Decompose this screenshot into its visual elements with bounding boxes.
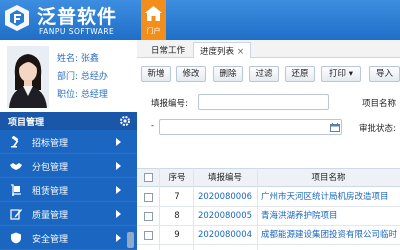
tab-daily-work[interactable]: 日常工作 [145, 42, 191, 58]
column-divider [193, 168, 194, 250]
row-project-name[interactable]: 青海洪湖养护院项目 [261, 207, 400, 226]
sidebar-scrollbar[interactable] [127, 232, 134, 248]
calendar-icon[interactable] [330, 123, 340, 132]
row-seq: 7 [174, 192, 180, 202]
col-header-name: 项目名称 [311, 173, 346, 183]
tab-progress-list[interactable]: 进度列表 × [193, 42, 252, 58]
progress-table: 序号 填报编号 项目名称 7 2020080006 广州市天河区统计局机房改造项… [137, 168, 400, 250]
sidebar-item-safety[interactable]: 安全管理 [0, 226, 137, 250]
form-row-2: - 审批状态: [137, 118, 400, 140]
project-name-label: 项目名称 [362, 99, 397, 109]
row-seq: 9 [174, 230, 180, 240]
import-button[interactable]: 导入 [369, 66, 400, 82]
sidebar-item-label: 租赁管理 [32, 187, 69, 197]
handshake-icon [10, 163, 22, 170]
column-divider [159, 168, 160, 250]
sidebar-item-label: 安全管理 [32, 235, 69, 245]
section-title: 项目管理 [8, 118, 45, 128]
brand-name-en: FANPU SOFTWARE [39, 27, 115, 36]
row-seq: 8 [174, 211, 180, 221]
home-label: 门户 [146, 27, 161, 35]
edit-icon [10, 209, 22, 220]
chevron-right-icon [116, 186, 121, 194]
gavel-icon [11, 136, 19, 148]
table-header: 序号 填报编号 项目名称 [137, 168, 400, 187]
select-all-checkbox[interactable] [144, 173, 153, 182]
table-row[interactable]: 7 2020080006 广州市天河区统计局机房改造项目 [137, 188, 400, 207]
avatar [7, 46, 49, 108]
col-header-seq: 序号 [168, 173, 186, 183]
date-range-dash: - [151, 121, 155, 131]
table-row[interactable]: 9 2020080004 成都能源建设集团投资有限公司临时 [137, 226, 400, 245]
user-position: 职位: 总经理 [57, 90, 108, 100]
row-checkbox[interactable] [144, 193, 153, 202]
row-code[interactable]: 2020080005 [193, 207, 257, 226]
fanpu-logo-icon [5, 5, 29, 31]
filter-button[interactable]: 过滤 [249, 66, 279, 82]
toolbar: 新增 修改 删除 过滤 还原 打印 ▾ 导入 [137, 63, 400, 85]
table-row[interactable]: 8 2020080005 青海洪湖养护院项目 [137, 207, 400, 226]
row-project-name[interactable]: 广州市天河区统计局机房改造项目 [261, 188, 400, 207]
report-no-label: 填报编号: [151, 99, 188, 109]
main-content: 日常工作 进度列表 × 新增 修改 删除 过滤 还原 打印 ▾ 导入 填报编号: … [137, 40, 400, 250]
tab-label: 日常工作 [151, 46, 186, 56]
user-department: 部门: 总经办 [57, 72, 108, 82]
row-checkbox[interactable] [144, 231, 153, 240]
chevron-right-icon [116, 234, 121, 242]
row-code[interactable]: 2020080006 [193, 188, 257, 207]
sidebar: 姓名: 张鑫 部门: 总经办 职位: 总经理 项目管理 招标管理 分包管理 租赁… [0, 40, 137, 250]
gear-icon[interactable] [119, 115, 131, 127]
chevron-right-icon [116, 162, 121, 170]
reset-button[interactable]: 还原 [285, 66, 315, 82]
date-input[interactable] [159, 119, 342, 135]
sidebar-item-quality[interactable]: 质量管理 [0, 202, 137, 226]
sidebar-item-leasing[interactable]: 租赁管理 [0, 178, 137, 202]
row-code[interactable]: 2020080004 [193, 226, 257, 245]
profile-info: 姓名: 张鑫 部门: 总经办 职位: 总经理 [57, 50, 108, 104]
tab-label: 进度列表 [200, 47, 235, 57]
user-profile: 姓名: 张鑫 部门: 总经办 职位: 总经理 [0, 40, 137, 112]
column-divider [257, 168, 258, 250]
sidebar-menu: 招标管理 分包管理 租赁管理 质量管理 安全管理 [0, 130, 137, 250]
sidebar-item-subcontract[interactable]: 分包管理 [0, 154, 137, 178]
chevron-right-icon [116, 138, 121, 146]
chevron-right-icon [116, 210, 121, 218]
sidebar-item-label: 招标管理 [32, 139, 69, 149]
dolly-icon [11, 184, 21, 196]
col-header-code: 填报编号 [207, 173, 242, 183]
tab-bar: 日常工作 进度列表 × [137, 40, 400, 58]
shield-icon [11, 232, 21, 244]
audit-status-label: 审批状态: [359, 124, 396, 134]
print-button[interactable]: 打印 ▾ [321, 66, 361, 82]
delete-button[interactable]: 删除 [213, 66, 243, 82]
top-header: 泛普软件 FANPU SOFTWARE 门户 [0, 0, 400, 40]
close-icon[interactable]: × [237, 47, 244, 57]
home-icon [145, 6, 162, 21]
home-portal-button[interactable]: 门户 [141, 0, 166, 40]
sidebar-item-label: 分包管理 [32, 163, 69, 173]
row-checkbox[interactable] [144, 212, 153, 221]
edit-button[interactable]: 修改 [176, 66, 206, 82]
form-row-1: 填报编号: 项目名称 [137, 93, 400, 115]
add-button[interactable]: 新增 [141, 66, 171, 82]
report-no-input[interactable] [198, 94, 329, 110]
user-name: 姓名: 张鑫 [57, 54, 99, 64]
sidebar-item-bidding[interactable]: 招标管理 [0, 130, 137, 154]
section-project-management[interactable]: 项目管理 [0, 112, 137, 130]
row-project-name[interactable]: 成都能源建设集团投资有限公司临时 [261, 226, 400, 245]
brand-logo: 泛普软件 FANPU SOFTWARE [2, 2, 132, 38]
sidebar-item-label: 质量管理 [32, 211, 69, 221]
brand-name-cn: 泛普软件 [37, 6, 118, 28]
